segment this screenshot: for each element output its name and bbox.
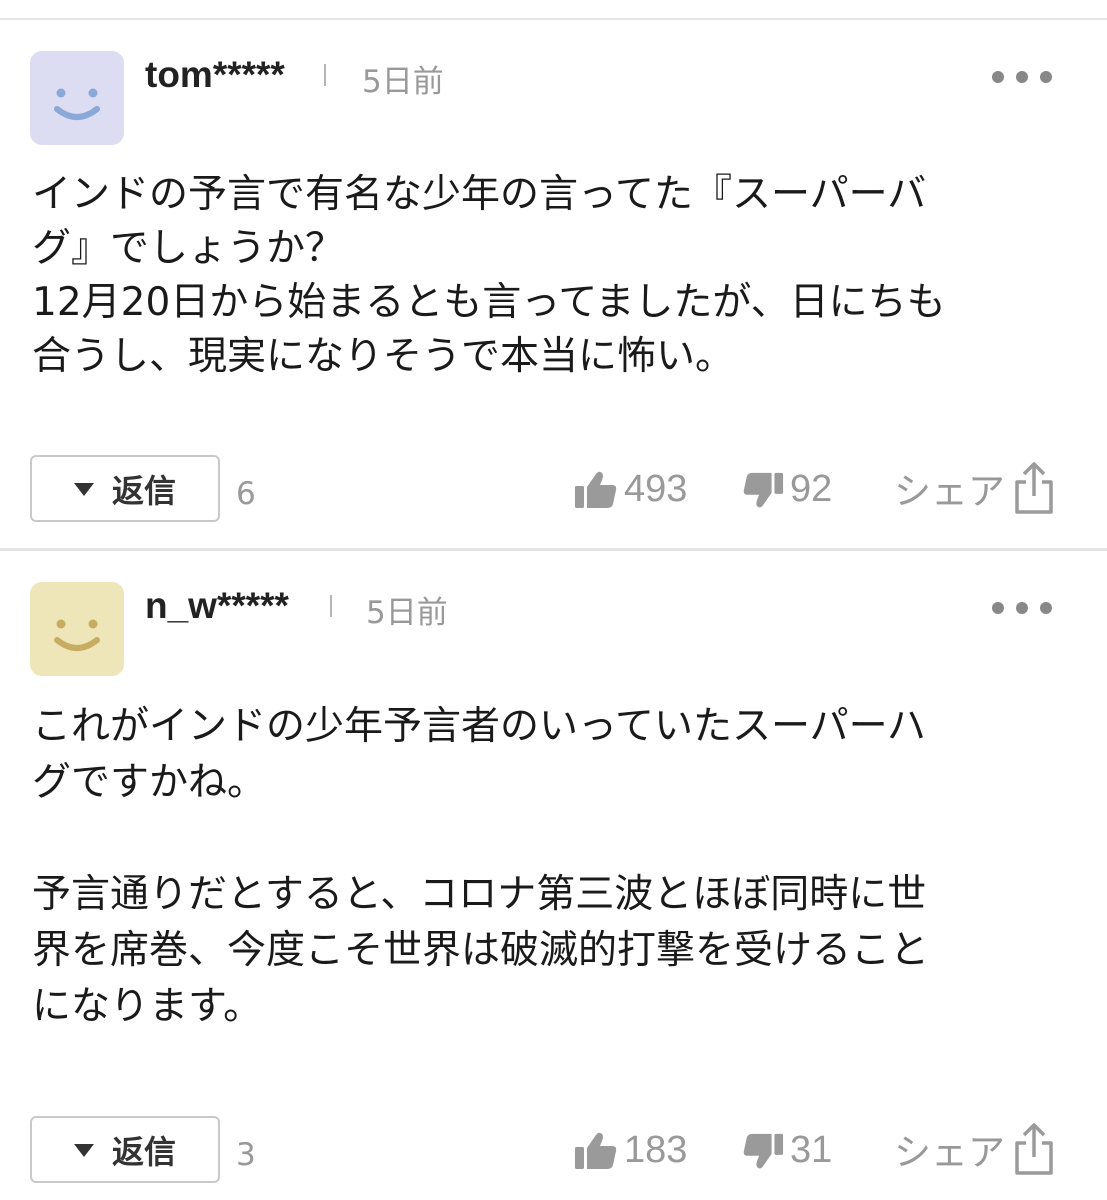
reply-label: 返信 [111, 1132, 176, 1171]
reply-button[interactable]: 返信 [30, 1116, 220, 1183]
triangle-down-icon [73, 483, 94, 496]
comment-body: インドの予言で有名な少年の言ってた『スーパーバ グ』でしょうか？ 12月20日か… [32, 172, 946, 379]
reply-label: 返信 [111, 471, 176, 510]
reply-count: 3 [236, 1137, 256, 1173]
dislike-button[interactable]: 31 [742, 1129, 832, 1172]
username[interactable]: tom***** [145, 54, 285, 96]
separator [324, 64, 326, 86]
like-button[interactable]: 493 [574, 468, 687, 511]
triangle-down-icon [73, 1144, 94, 1157]
comment-card: n_w***** 5日前 これがインドの少年予言者のいっていたスーパーハ グです… [0, 551, 1107, 1200]
like-button[interactable]: 183 [574, 1129, 687, 1172]
dislike-count: 92 [790, 468, 833, 510]
share-button[interactable]: シェア [894, 1121, 1055, 1177]
separator [330, 595, 332, 617]
share-icon [1015, 462, 1053, 514]
comment-card: tom***** 5日前 インドの予言で有名な少年の言ってた『スーパーバ グ』で… [0, 20, 1107, 548]
like-count: 493 [624, 468, 688, 510]
reply-count: 6 [236, 476, 256, 512]
more-dots-icon [992, 602, 1052, 614]
reply-button[interactable]: 返信 [30, 455, 220, 522]
share-button[interactable]: シェア [894, 460, 1055, 516]
dislike-count: 31 [790, 1129, 833, 1171]
share-icon [1015, 1123, 1053, 1175]
avatar[interactable] [30, 51, 124, 145]
comment-body: これがインドの少年予言者のいっていたスーパーハ グですかね。 予言通りだとすると… [32, 704, 930, 1029]
thumbs-up-icon [575, 1132, 617, 1169]
smiley-face-icon [54, 619, 100, 651]
thumbs-up-icon [575, 471, 617, 508]
thumbs-down-icon [743, 472, 784, 507]
more-options-button[interactable] [986, 64, 1058, 90]
timestamp: 5日前 [366, 595, 448, 631]
more-options-button[interactable] [986, 595, 1058, 621]
timestamp: 5日前 [362, 64, 444, 100]
share-label: シェア [894, 470, 1005, 513]
smiley-face-icon [54, 88, 100, 120]
like-count: 183 [624, 1129, 688, 1171]
username[interactable]: n_w***** [145, 585, 289, 627]
more-dots-icon [992, 71, 1052, 83]
thumbs-down-icon [743, 1133, 784, 1168]
dislike-button[interactable]: 92 [742, 468, 832, 511]
share-label: シェア [894, 1131, 1005, 1174]
avatar[interactable] [30, 582, 124, 676]
